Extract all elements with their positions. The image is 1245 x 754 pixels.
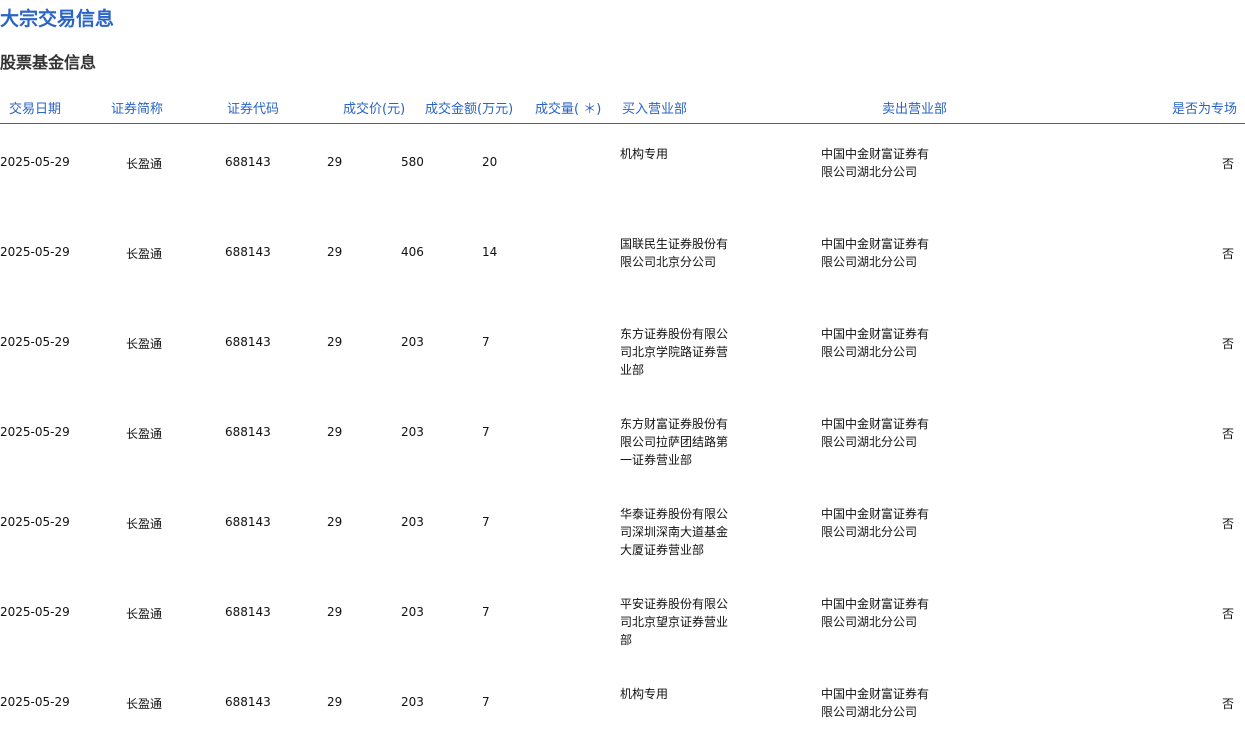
cell-seller: 中国中金财富证券有限公司湖北分公司 — [821, 147, 930, 179]
column-header-volume[interactable]: 成交量( ＊) — [535, 98, 601, 117]
cell-trade-date: 2025-05-29 — [0, 155, 70, 169]
cell-volume: 7 — [482, 695, 490, 709]
cell-amount: 203 — [401, 695, 424, 709]
cell-volume: 20 — [482, 155, 498, 169]
cell-special: 否 — [1221, 697, 1234, 711]
cell-volume: 7 — [482, 605, 490, 619]
cell-buyer: 东方证券股份有限公司北京学院路证券营业部 — [620, 327, 729, 377]
table-row: 2025-05-29 长盈通 688143 29 203 7 东方证券股份有限公… — [0, 304, 1245, 394]
cell-security-code: 688143 — [225, 695, 271, 709]
cell-buyer: 机构专用 — [620, 147, 669, 161]
table-row: 2025-05-29 长盈通 688143 29 580 20 机构专用 中国中… — [0, 124, 1245, 214]
cell-buyer: 华泰证券股份有限公司深圳深南大道基金大厦证券营业部 — [620, 507, 729, 557]
cell-volume: 7 — [482, 425, 490, 439]
cell-security-code: 688143 — [225, 515, 271, 529]
cell-amount: 203 — [401, 425, 424, 439]
table-row: 2025-05-29 长盈通 688143 29 203 7 华泰证券股份有限公… — [0, 484, 1245, 574]
cell-special: 否 — [1221, 337, 1234, 351]
cell-trade-date: 2025-05-29 — [0, 515, 70, 529]
cell-amount: 203 — [401, 335, 424, 349]
cell-security-name: 长盈通 — [126, 427, 163, 441]
cell-security-name: 长盈通 — [126, 697, 163, 711]
cell-amount: 203 — [401, 515, 424, 529]
cell-volume: 7 — [482, 515, 490, 529]
cell-buyer: 机构专用 — [620, 687, 669, 701]
cell-volume: 14 — [482, 245, 498, 259]
column-header-security-name[interactable]: 证券简称 — [111, 98, 163, 117]
cell-security-code: 688143 — [225, 335, 271, 349]
cell-price: 29 — [327, 605, 343, 619]
column-header-amount[interactable]: 成交金额(万元) — [425, 98, 513, 117]
cell-seller: 中国中金财富证券有限公司湖北分公司 — [821, 687, 930, 719]
cell-security-code: 688143 — [225, 155, 271, 169]
cell-special: 否 — [1221, 247, 1234, 261]
table-row: 2025-05-29 长盈通 688143 29 203 7 东方财富证券股份有… — [0, 394, 1245, 484]
cell-security-code: 688143 — [225, 425, 271, 439]
cell-security-code: 688143 — [225, 245, 271, 259]
cell-price: 29 — [327, 155, 343, 169]
cell-security-name: 长盈通 — [126, 247, 163, 261]
section-title: 股票基金信息 — [0, 53, 97, 72]
cell-seller: 中国中金财富证券有限公司湖北分公司 — [821, 507, 930, 539]
cell-trade-date: 2025-05-29 — [0, 335, 70, 349]
cell-security-name: 长盈通 — [126, 157, 163, 171]
cell-trade-date: 2025-05-29 — [0, 695, 70, 709]
cell-special: 否 — [1221, 607, 1234, 621]
cell-security-name: 长盈通 — [126, 517, 163, 531]
cell-seller: 中国中金财富证券有限公司湖北分公司 — [821, 417, 930, 449]
column-header-buyer[interactable]: 买入营业部 — [622, 98, 687, 117]
cell-price: 29 — [327, 335, 343, 349]
column-header-trade-date[interactable]: 交易日期 — [9, 98, 61, 117]
cell-trade-date: 2025-05-29 — [0, 425, 70, 439]
cell-special: 否 — [1221, 517, 1234, 531]
column-header-seller[interactable]: 卖出营业部 — [882, 98, 947, 117]
cell-special: 否 — [1221, 157, 1234, 171]
cell-amount: 580 — [401, 155, 424, 169]
cell-price: 29 — [327, 695, 343, 709]
cell-buyer: 国联民生证券股份有限公司北京分公司 — [620, 237, 729, 269]
cell-security-code: 688143 — [225, 605, 271, 619]
cell-buyer: 东方财富证券股份有限公司拉萨团结路第一证券营业部 — [620, 417, 729, 467]
cell-seller: 中国中金财富证券有限公司湖北分公司 — [821, 327, 930, 359]
cell-price: 29 — [327, 245, 343, 259]
table-header: 交易日期 证券简称 证券代码 成交价(元) 成交金额(万元) 成交量( ＊) 买… — [0, 96, 1245, 124]
cell-trade-date: 2025-05-29 — [0, 245, 70, 259]
column-header-price[interactable]: 成交价(元) — [343, 98, 405, 117]
cell-seller: 中国中金财富证券有限公司湖北分公司 — [821, 597, 930, 629]
cell-amount: 203 — [401, 605, 424, 619]
cell-special: 否 — [1221, 427, 1234, 441]
cell-price: 29 — [327, 515, 343, 529]
table-row: 2025-05-29 长盈通 688143 29 203 7 机构专用 中国中金… — [0, 664, 1245, 754]
column-header-security-code[interactable]: 证券代码 — [227, 98, 279, 117]
cell-buyer: 平安证券股份有限公司北京望京证券营业部 — [620, 597, 729, 647]
page-title: 大宗交易信息 — [0, 8, 115, 30]
cell-amount: 406 — [401, 245, 424, 259]
cell-volume: 7 — [482, 335, 490, 349]
table-row: 2025-05-29 长盈通 688143 29 203 7 平安证券股份有限公… — [0, 574, 1245, 664]
column-header-special[interactable]: 是否为专场 — [1172, 98, 1237, 117]
cell-price: 29 — [327, 425, 343, 439]
cell-trade-date: 2025-05-29 — [0, 605, 70, 619]
table-row: 2025-05-29 长盈通 688143 29 406 14 国联民生证券股份… — [0, 214, 1245, 304]
cell-seller: 中国中金财富证券有限公司湖北分公司 — [821, 237, 930, 269]
cell-security-name: 长盈通 — [126, 337, 163, 351]
cell-security-name: 长盈通 — [126, 607, 163, 621]
